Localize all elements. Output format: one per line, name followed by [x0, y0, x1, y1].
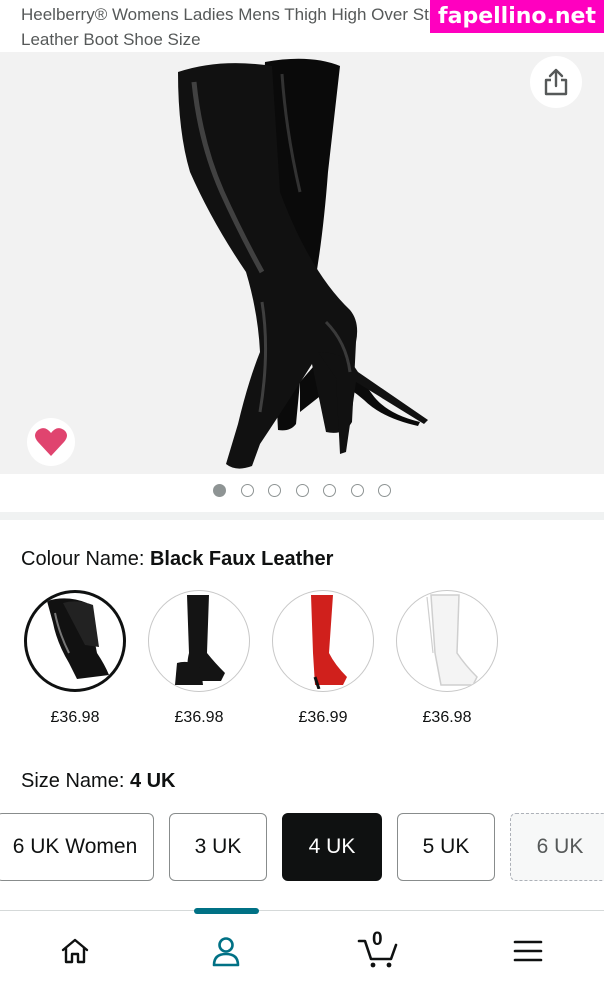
size-option-label: 5 UK — [422, 835, 470, 858]
swatch-price: £36.98 — [50, 709, 100, 726]
colour-swatch-red[interactable]: £36.99 — [271, 590, 375, 728]
share-icon — [544, 68, 568, 96]
nav-menu[interactable] — [498, 927, 558, 975]
pagination-dot[interactable] — [268, 484, 281, 497]
colour-swatches: £36.98 £36.98 £36.99 £36.98 — [0, 590, 604, 740]
size-selected-value: 4 UK — [129, 770, 176, 792]
size-option-5-uk[interactable]: 5 UK — [397, 813, 495, 881]
size-option-label: 3 UK — [194, 835, 242, 858]
image-pagination-dots — [0, 484, 604, 497]
size-option-3-uk[interactable]: 3 UK — [169, 813, 267, 881]
bottom-navigation: 0 — [0, 908, 604, 1000]
swatch-image — [148, 590, 250, 692]
size-option-4-uk[interactable]: 4 UK — [282, 813, 382, 881]
pagination-dot[interactable] — [240, 484, 254, 497]
colour-swatch-black[interactable]: £36.98 — [147, 590, 251, 728]
pagination-dot[interactable] — [378, 484, 391, 497]
colour-swatch-black-faux-leather[interactable]: £36.98 — [23, 590, 127, 728]
product-image — [178, 58, 428, 469]
title-bar: Heelberry® Womens Ladies Mens Thigh High… — [0, 0, 604, 52]
wishlist-button[interactable] — [27, 418, 75, 466]
size-label-prefix: Size Name: — [21, 770, 125, 792]
swatch-price: £36.99 — [298, 709, 348, 726]
size-name-label: Size Name: 4 UK — [21, 768, 176, 794]
section-divider — [0, 512, 604, 520]
size-option-6-uk-women[interactable]: 6 UK Women — [0, 813, 154, 881]
product-image-gallery[interactable] — [0, 52, 604, 474]
boot-thumbnail — [47, 598, 109, 679]
size-option-label: 6 UK Women — [12, 835, 138, 858]
heart-icon — [35, 428, 67, 456]
menu-icon — [513, 940, 543, 962]
boot-thumbnail — [311, 595, 347, 689]
swatch-image — [396, 590, 498, 692]
watermark: fapellino.net — [430, 0, 604, 33]
cart-count-badge: 0 — [372, 929, 383, 950]
size-option-6-uk[interactable]: 6 UK — [510, 813, 604, 881]
pagination-dot[interactable] — [213, 484, 226, 497]
boot-thumbnail — [175, 595, 225, 685]
colour-swatch-white[interactable]: £36.98 — [395, 590, 499, 728]
boot-thumbnail — [426, 594, 478, 686]
swatch-image — [24, 590, 126, 692]
active-tab-indicator — [194, 908, 259, 914]
swatch-price: £36.98 — [422, 709, 472, 726]
nav-cart[interactable]: 0 — [348, 927, 408, 975]
colour-label-prefix: Colour Name: — [21, 548, 145, 570]
colour-selected-value: Black Faux Leather — [149, 548, 334, 570]
nav-home[interactable] — [45, 927, 105, 975]
size-option-label: 6 UK — [536, 835, 584, 858]
swatch-image — [272, 590, 374, 692]
colour-name-label: Colour Name: Black Faux Leather — [21, 546, 333, 572]
swatch-price: £36.98 — [174, 709, 224, 726]
pagination-dot[interactable] — [295, 484, 309, 497]
account-icon — [212, 937, 240, 967]
pagination-dot[interactable] — [350, 484, 364, 497]
pagination-dot[interactable] — [323, 484, 336, 497]
share-button[interactable] — [530, 56, 582, 108]
nav-account[interactable] — [196, 927, 256, 975]
home-icon — [61, 938, 89, 964]
size-option-label: 4 UK — [308, 835, 356, 858]
